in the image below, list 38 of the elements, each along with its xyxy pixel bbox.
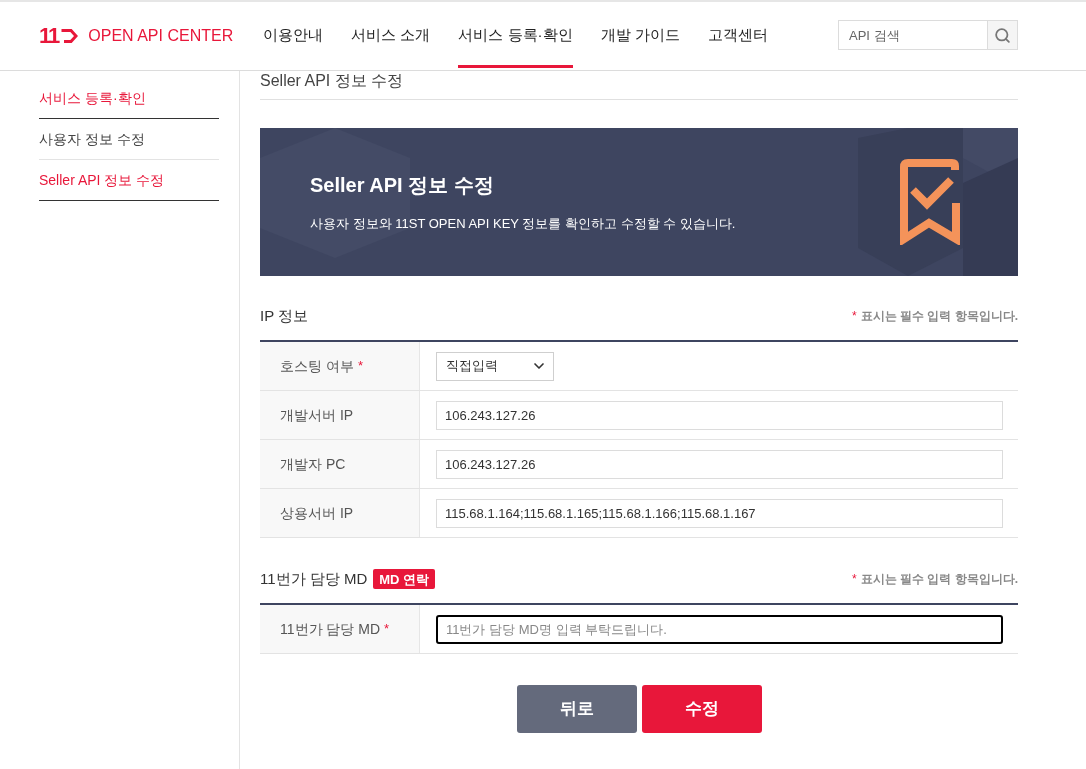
submit-button[interactable]: 수정 bbox=[641, 685, 762, 733]
search-button[interactable] bbox=[988, 20, 1018, 50]
banner-title: Seller API 정보 수정 bbox=[310, 172, 495, 198]
field-label: 개발자 PC bbox=[280, 454, 346, 474]
required-mark: * bbox=[384, 620, 390, 639]
sidebar-link[interactable]: Seller API 정보 수정 bbox=[39, 160, 219, 201]
nav-tab[interactable]: 개발 가이드 bbox=[600, 2, 680, 68]
nav-tab[interactable]: 서비스 소개 bbox=[351, 2, 431, 68]
bookmark-check-icon bbox=[900, 159, 960, 245]
text-input[interactable]: 106.243.127.26 bbox=[436, 400, 1003, 430]
search-field[interactable]: API 검색 bbox=[838, 20, 988, 50]
search-icon bbox=[994, 26, 1011, 44]
section-title: 11번가 담당 MD bbox=[260, 568, 368, 589]
text-input[interactable]: 106.243.127.26 bbox=[436, 449, 1003, 479]
required-mark: * bbox=[357, 357, 363, 376]
required-mark: * bbox=[852, 308, 857, 325]
sidebar-link[interactable]: 사용자 정보 수정 bbox=[39, 119, 219, 160]
nav-tab[interactable]: 서비스 등록·확인 bbox=[458, 2, 573, 68]
sidebar-link[interactable]: 서비스 등록·확인 bbox=[39, 78, 219, 119]
field-label: 11번가 담당 MD bbox=[280, 619, 381, 639]
nav-tab[interactable]: 고객센터 bbox=[707, 2, 768, 68]
text-input[interactable]: 115.68.1.164;115.68.1.165;115.68.1.166;115.68.1.167 bbox=[436, 498, 1003, 528]
banner-description: 사용자 정보와 11ST OPEN API KEY 정보를 확인하고 수정할 수 있습니다. bbox=[310, 214, 736, 233]
back-button[interactable]: 뒤로 bbox=[516, 685, 637, 733]
text-input[interactable]: 11번가 담당 MD명 입력 부탁드립니다. bbox=[436, 614, 1003, 644]
md-contact-button[interactable]: MD 연락 bbox=[373, 569, 436, 589]
section-title: IP 정보 bbox=[260, 305, 309, 326]
hosting-select[interactable]: 직접입력 bbox=[436, 351, 554, 381]
required-note: 표시는 필수 입력 항목입니다. bbox=[860, 571, 1018, 588]
field-label: 개발서버 IP bbox=[280, 405, 354, 425]
site-title: OPEN API CENTER bbox=[88, 28, 234, 44]
nav-tab[interactable]: 이용안내 bbox=[263, 2, 324, 68]
required-mark: * bbox=[852, 571, 857, 588]
field-label: 상용서버 IP bbox=[280, 503, 354, 523]
logo-number: 11 bbox=[39, 25, 59, 47]
required-note: 표시는 필수 입력 항목입니다. bbox=[860, 308, 1018, 325]
page-title: Seller API 정보 수정 bbox=[260, 71, 405, 91]
field-label: 호스팅 여부 bbox=[280, 356, 354, 376]
